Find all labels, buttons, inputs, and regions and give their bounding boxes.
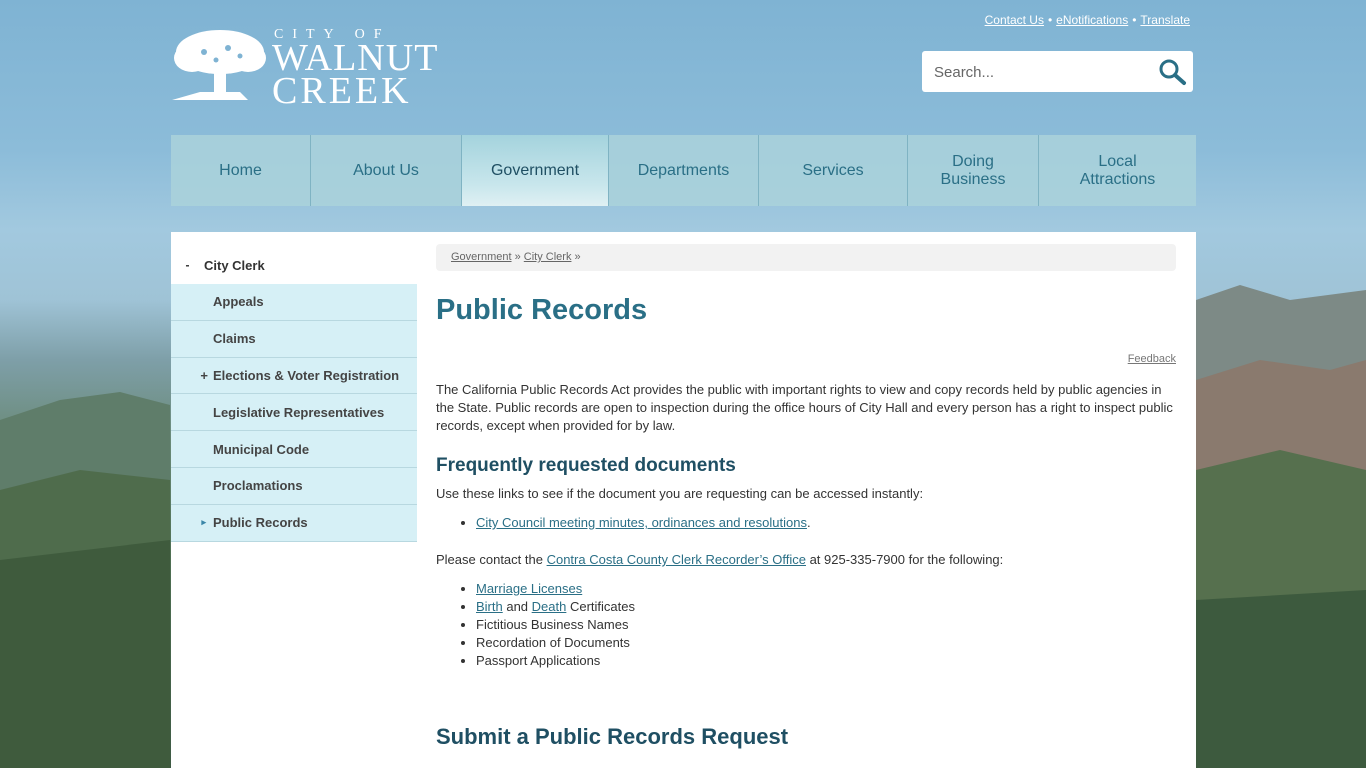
nav-departments[interactable]: Departments [609,135,759,206]
list-item: Marriage Licenses [476,580,1176,598]
sidenav-item-label: Elections & Voter Registration [213,367,400,383]
nav-doing-business[interactable]: Doing Business [908,135,1039,206]
translate-link[interactable]: Translate [1140,13,1190,27]
sidenav-city-clerk[interactable]: - City Clerk [171,246,417,284]
breadcrumb-city-clerk[interactable]: City Clerk [524,251,572,263]
utility-links: Contact Us • eNotifications • Translate [984,13,1190,27]
frequently-requested-heading: Frequently requested documents [436,455,736,476]
sidenav-item-legislative-representatives[interactable]: Legislative Representatives [171,394,417,432]
article-content: Government » City Clerk » Public Records… [436,244,1176,748]
nav-government[interactable]: Government [462,135,609,206]
main-navigation: Home About Us Government Departments Ser… [171,135,1196,206]
side-navigation: - City Clerk Appeals Claims + Elections &… [171,246,417,542]
current-page-arrow-icon: ▸ [201,517,206,528]
sidenav-item-proclamations[interactable]: Proclamations [171,467,417,505]
expand-icon[interactable]: + [171,368,213,383]
walnut-tree-icon [172,30,266,100]
site-header: CITY OF WALNUT CREEK Contact Us • eNotific… [0,0,1366,135]
nav-local-attractions[interactable]: Local Attractions [1039,135,1196,206]
nav-about-us[interactable]: About Us [311,135,462,206]
search-box [922,51,1193,92]
contact-paragraph: Please contact the Contra Costa County C… [436,552,1004,567]
frequent-list: City Council meeting minutes, ordinances… [436,514,1176,532]
sidenav-item-claims[interactable]: Claims [171,320,417,358]
search-input[interactable] [932,61,1146,83]
enotifications-link[interactable]: eNotifications [1056,13,1128,27]
list-item: Birth and Death Certificates [476,598,1176,616]
collapse-icon[interactable]: - [171,258,204,272]
clerk-recorder-link[interactable]: Contra Costa County Clerk Recorder’s Off… [547,552,806,567]
intro-paragraph: The California Public Records Act provid… [436,382,1173,433]
frequent-text: Use these links to see if the document y… [436,486,924,501]
search-icon[interactable] [1157,57,1187,87]
nav-services[interactable]: Services [759,135,908,206]
submit-request-heading: Submit a Public Records Request [436,724,789,749]
sidenav-item-appeals[interactable]: Appeals [171,284,417,321]
sidenav-item-label: Claims [213,331,256,347]
sidenav-item-elections[interactable]: + Elections & Voter Registration [171,357,417,395]
list-item: City Council meeting minutes, ordinances… [476,514,1176,532]
sidenav-item-label: Municipal Code [213,441,310,457]
contact-us-link[interactable]: Contact Us [985,13,1044,27]
breadcrumb-government[interactable]: Government [451,251,512,263]
page-title: Public Records [436,294,648,326]
sidenav-item-municipal-code[interactable]: Municipal Code [171,431,417,468]
county-services-list: Marriage Licenses Birth and Death Certif… [436,580,1176,670]
sidenav-item-label: Appeals [213,294,264,310]
council-minutes-link[interactable]: City Council meeting minutes, ordinances… [476,515,807,530]
list-item: Passport Applications [476,652,1176,670]
feedback-link[interactable]: Feedback [1128,353,1176,365]
sidenav-item-label: Legislative Representatives [213,404,385,420]
death-link[interactable]: Death [532,599,567,614]
sidenav-head-label: City Clerk [204,257,265,273]
nav-home[interactable]: Home [171,135,311,206]
sidenav-item-label: Proclamations [213,478,303,494]
list-item: Fictitious Business Names [476,616,1176,634]
main-content-panel: - City Clerk Appeals Claims + Elections &… [171,232,1196,768]
sidenav-item-label: Public Records [213,515,308,531]
birth-link[interactable]: Birth [476,599,503,614]
city-logo[interactable]: CITY OF WALNUT CREEK [170,26,437,110]
marriage-licenses-link[interactable]: Marriage Licenses [476,581,582,596]
logo-creek: CREEK [272,70,412,112]
breadcrumb: Government » City Clerk » [436,244,1176,271]
list-item: Recordation of Documents [476,634,1176,652]
sidenav-item-public-records[interactable]: ▸ Public Records [171,504,417,542]
